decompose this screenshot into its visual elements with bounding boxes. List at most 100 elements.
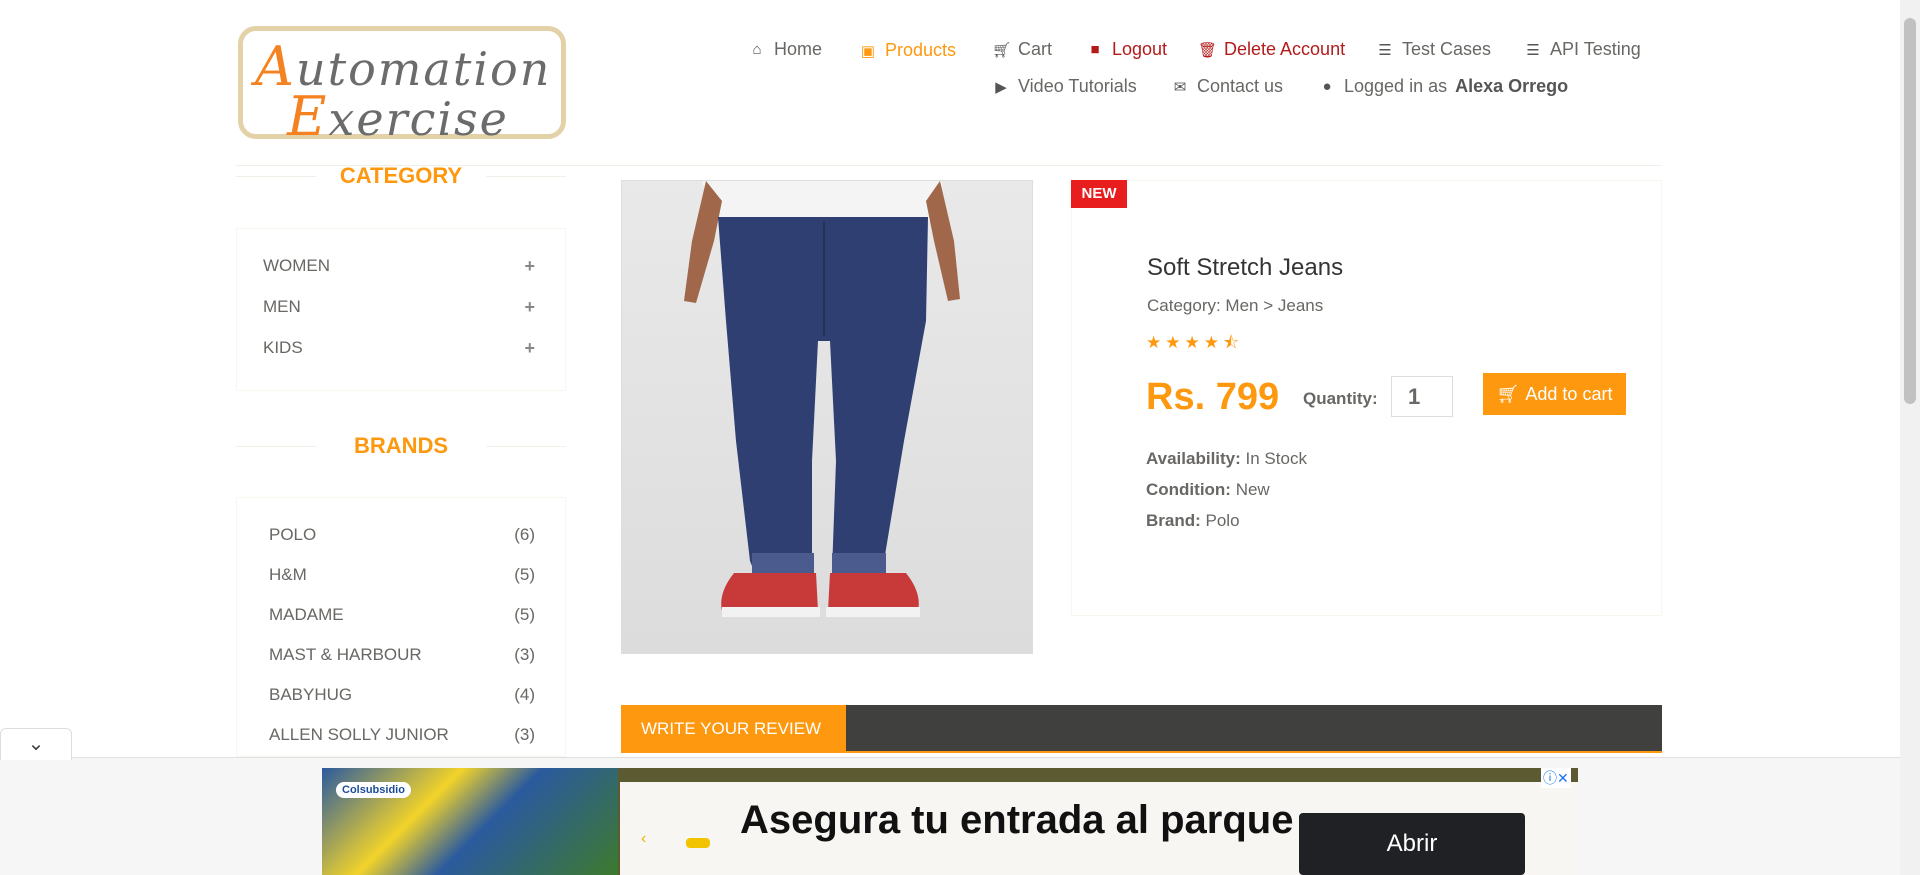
availability-value: In Stock [1245,449,1307,468]
brand-name: H&M [269,565,307,584]
condition-label: Condition: [1146,480,1231,499]
briefcase-icon: ▣ [860,42,876,60]
nav-products-label: Products [885,40,957,60]
nav-cart[interactable]: 🛒︎ Cart [992,39,1052,60]
brand-count: (4) [514,685,535,704]
new-badge: NEW [1071,180,1127,208]
logged-in-status: ● Logged in as Alexa Orrego [1318,76,1568,97]
nav-video-tutorials[interactable]: ▶ Video Tutorials [992,76,1137,97]
chevron-left-icon[interactable]: ‹ [641,830,646,848]
star-half-icon: ⯪ [1223,333,1244,352]
quantity-input[interactable] [1391,376,1453,417]
brand-name: POLO [269,525,317,544]
logo-line-2: Exercise [287,85,509,148]
envelope-icon: ✉ [1173,78,1187,96]
tab-write-review[interactable]: WRITE YOUR REVIEW [621,705,846,753]
trash-icon: 🗑︎ [1198,41,1218,59]
list-icon: ☰ [1378,41,1392,59]
plus-icon[interactable]: + [524,297,535,318]
brand-value: Polo [1205,511,1240,530]
star-icon: ★ [1165,333,1185,352]
page: Automation Exercise ⌂ Home ▣ Products 🛒︎… [0,0,1900,875]
chevron-down-icon[interactable]: ⌄ [0,728,72,760]
nav-test-cases-label: Test Cases [1402,39,1492,59]
cart-icon: 🛒︎ [1496,383,1520,404]
nav-home[interactable]: ⌂ Home [748,39,822,60]
rating-stars: ★★★★⯪ [1146,330,1243,359]
scrollbar[interactable] [1900,0,1920,875]
nav-cart-label: Cart [1018,39,1053,59]
category-title: CATEGORY [236,163,566,189]
brand-name: ALLEN SOLLY JUNIOR [269,725,449,744]
star-icon: ★ [1184,333,1204,352]
logged-in-username: Alexa Orrego [1455,76,1569,96]
jeans-illustration [684,181,960,617]
star-icon: ★ [1203,333,1223,352]
nav-home-label: Home [774,39,823,59]
brand-item[interactable]: POLO (6) [269,523,535,547]
user-icon: ● [1322,78,1332,95]
plus-icon[interactable]: + [524,338,535,359]
brand-item[interactable]: H&M (5) [269,563,535,587]
condition: Condition: New [1146,480,1270,500]
nav-api-testing[interactable]: ☰ API Testing [1524,39,1641,60]
category-item-men[interactable]: MEN + [263,295,535,319]
nav-video-tutorials-label: Video Tutorials [1018,76,1137,96]
brand-name: MAST & HARBOUR [269,645,422,664]
brand-item[interactable]: MAST & HARBOUR (3) [269,643,535,667]
category-label: WOMEN [263,256,331,275]
brand-item[interactable]: MADAME (5) [269,603,535,627]
home-icon: ⌂ [752,41,762,58]
site-logo[interactable]: Automation Exercise [238,26,566,148]
nav-delete-account-label: Delete Account [1224,39,1346,59]
product-name: Soft Stretch Jeans [1147,254,1344,281]
ad-logo [686,838,710,848]
nav-contact-us[interactable]: ✉ Contact us [1171,76,1283,97]
ad-image: Colsubsidio [322,768,618,875]
product-category: Category: Men > Jeans [1147,296,1324,315]
add-to-cart-label: Add to cart [1525,383,1613,404]
ad-open-button[interactable]: Abrir [1299,813,1525,875]
youtube-play-icon: ▶ [995,78,1007,96]
condition-value: New [1235,480,1270,499]
category-label: KIDS [263,338,303,357]
product-image [621,180,1033,654]
brand-item[interactable]: ALLEN SOLLY JUNIOR (3) [269,723,535,747]
brand-count: (3) [514,725,535,744]
brand-name: BABYHUG [269,685,353,704]
brand-count: (3) [514,645,535,664]
nav-logout[interactable]: ■ Logout [1086,39,1167,60]
category-item-women[interactable]: WOMEN + [263,254,535,278]
list-icon: ☰ [1526,41,1540,59]
ad-brand: Colsubsidio [336,782,411,798]
logged-in-prefix: Logged in as [1344,76,1448,96]
ad-close-icon[interactable]: ⓘ✕ [1541,768,1571,788]
category-panel: WOMEN + MEN + KIDS + [236,228,566,391]
quantity-label: Quantity: [1303,389,1378,408]
brand-label: Brand: [1146,511,1201,530]
nav-logout-label: Logout [1112,39,1168,59]
review-tabs: WRITE YOUR REVIEW [621,705,1662,753]
availability-label: Availability: [1146,449,1241,468]
brands-panel: POLO (6) H&M (5) MADAME (5) MAST & HARBO… [236,497,566,757]
category-item-kids[interactable]: KIDS + [263,336,535,360]
add-to-cart-button[interactable]: 🛒︎ Add to cart [1483,373,1626,415]
star-icon: ★ [1146,333,1166,352]
plus-icon[interactable]: + [524,256,535,277]
brand-name: MADAME [269,605,344,624]
cart-icon: 🛒︎ [992,41,1012,59]
nav-contact-us-label: Contact us [1197,76,1284,96]
brand-item[interactable]: BABYHUG (4) [269,683,535,707]
brand-count: (6) [514,525,535,544]
nav-products[interactable]: ▣ Products [859,40,956,61]
brands-title: BRANDS [236,433,566,459]
nav-test-cases[interactable]: ☰ Test Cases [1376,39,1491,60]
brand-count: (5) [514,565,535,584]
scrollbar-thumb[interactable] [1904,18,1916,404]
lock-icon: ■ [1090,41,1100,58]
brand: Brand: Polo [1146,511,1240,531]
category-label: MEN [263,297,301,316]
nav-api-testing-label: API Testing [1550,39,1641,59]
ad-headline: Asegura tu entrada al parque [740,798,1294,842]
nav-delete-account[interactable]: 🗑︎ Delete Account [1198,39,1345,60]
